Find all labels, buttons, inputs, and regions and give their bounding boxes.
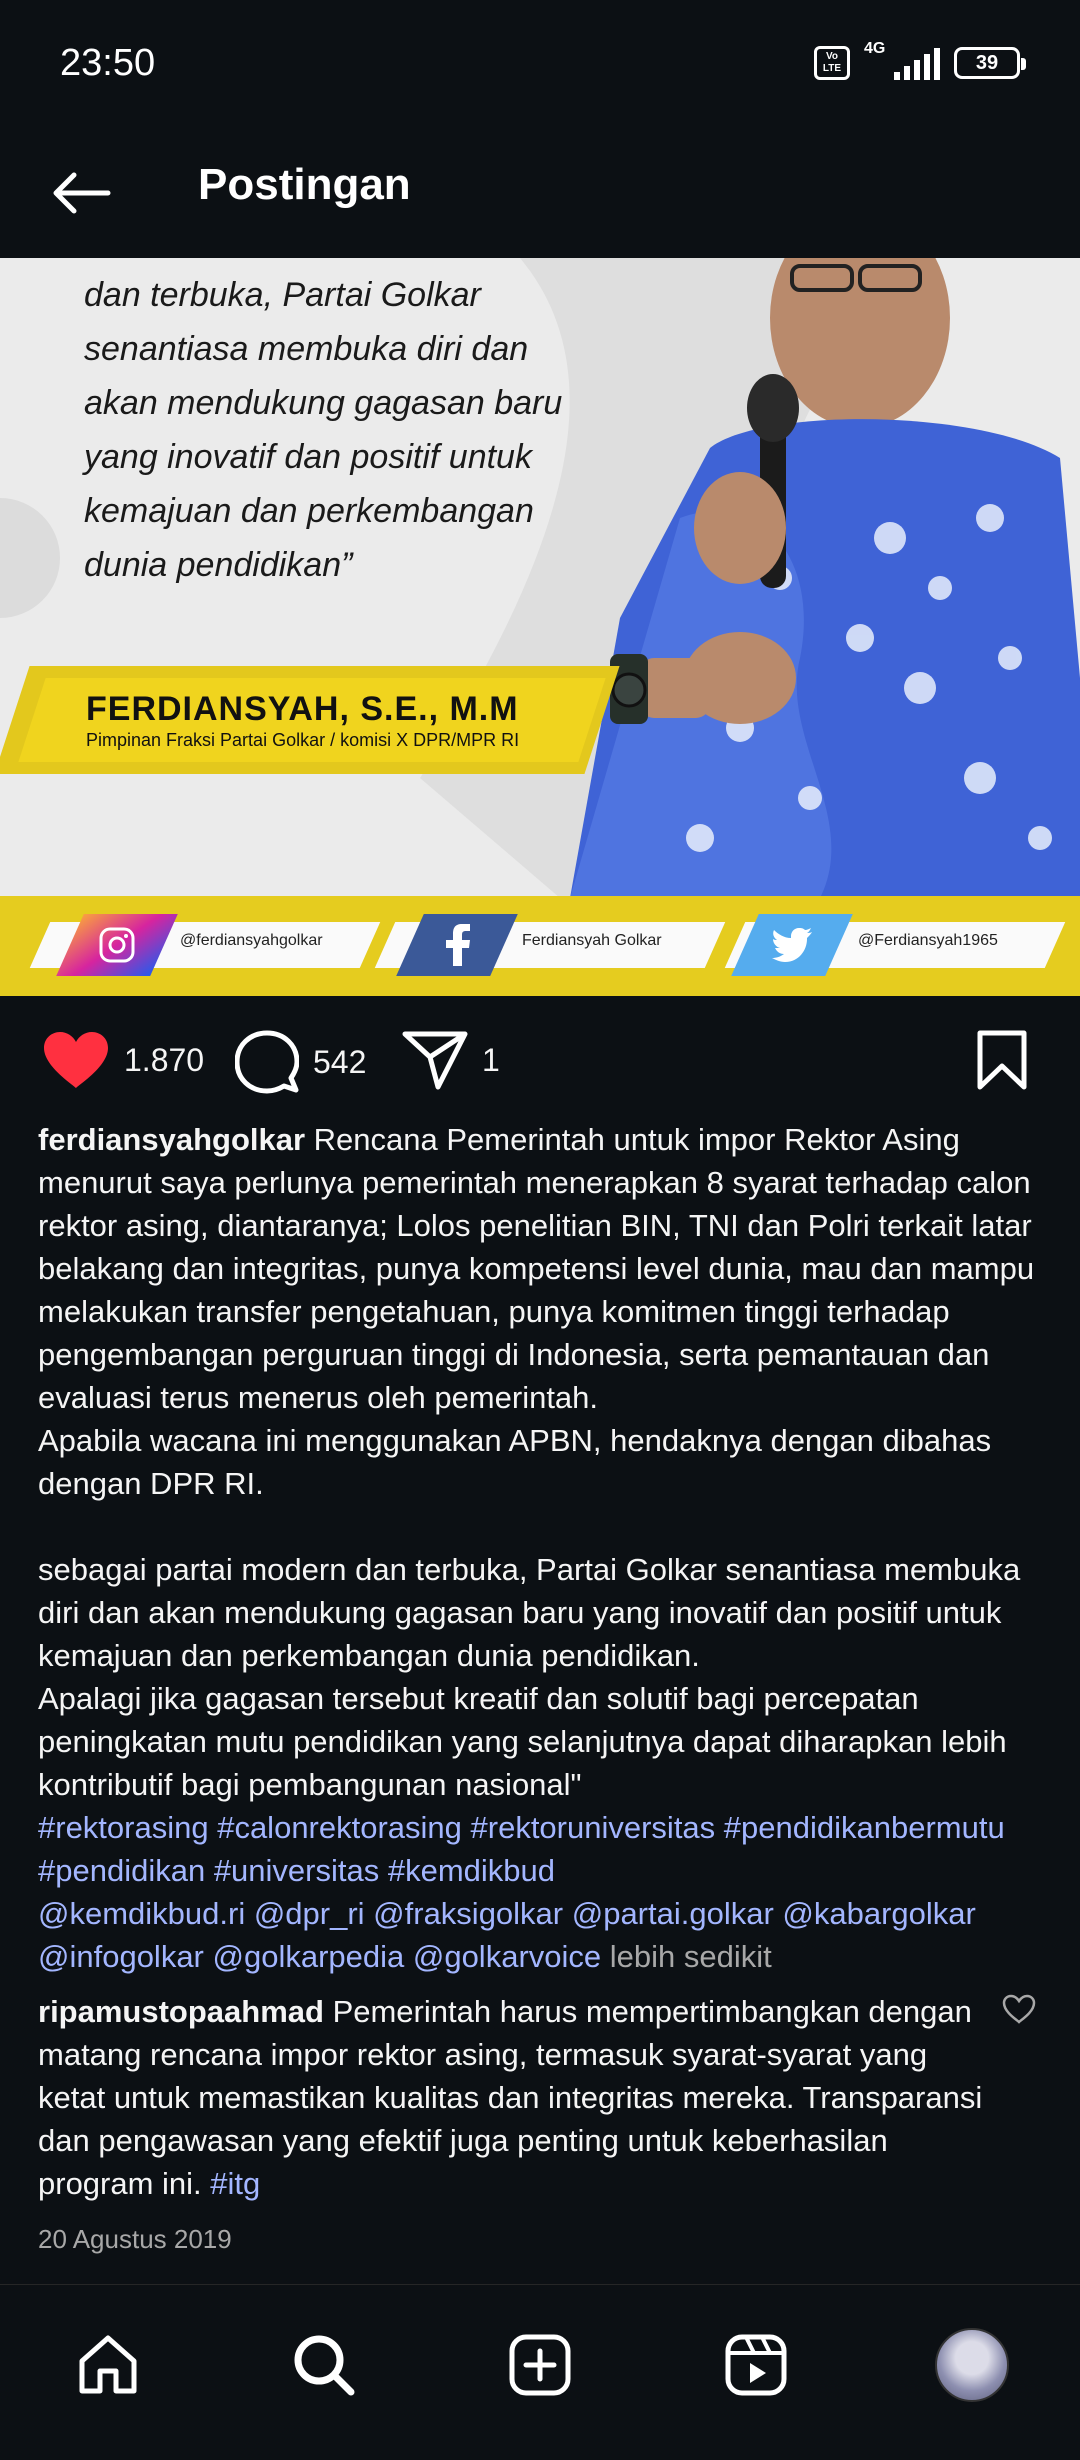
reels-icon bbox=[725, 2334, 787, 2396]
instagram-handle: @ferdiansyahgolkar bbox=[180, 932, 323, 949]
comment-icon bbox=[235, 1030, 299, 1094]
speaker-photo bbox=[570, 258, 1080, 898]
share-count: 1 bbox=[482, 1041, 500, 1078]
twitter-handle: @Ferdiansyah1965 bbox=[858, 932, 998, 949]
battery-icon: 39 bbox=[954, 47, 1026, 79]
heart-outline-icon bbox=[1002, 1994, 1036, 2024]
comment-item: ripamustopaahmad Pemerintah harus memper… bbox=[38, 1990, 998, 2205]
status-icons: Vo LTE 4G 39 bbox=[814, 40, 1026, 80]
social-strip: @ferdiansyahgolkar Ferdiansyah Golkar @F… bbox=[0, 896, 1080, 996]
volte-icon: Vo LTE bbox=[814, 46, 850, 80]
comment-button[interactable]: 542 bbox=[235, 1030, 366, 1094]
nav-create[interactable] bbox=[500, 2325, 580, 2405]
signal-icon: 4G bbox=[864, 40, 940, 80]
like-count: 1.870 bbox=[124, 1041, 205, 1078]
post-header: Postingan bbox=[0, 130, 1080, 258]
post-actions: 1.870 542 1 bbox=[0, 1010, 1080, 1110]
heart-filled-icon bbox=[44, 1032, 108, 1088]
profile-avatar bbox=[935, 2328, 1009, 2402]
nav-search[interactable] bbox=[284, 2325, 364, 2405]
facebook-icon bbox=[446, 924, 470, 966]
post-caption: ferdiansyahgolkar Rencana Pemerintah unt… bbox=[38, 1118, 1048, 1978]
create-post-icon bbox=[509, 2334, 571, 2396]
network-type: 4G bbox=[864, 40, 886, 57]
instagram-icon bbox=[99, 927, 135, 963]
speaker-title: Pimpinan Fraksi Partai Golkar / komisi X… bbox=[86, 730, 520, 750]
post-date: 20 Agustus 2019 bbox=[38, 2224, 232, 2254]
save-button[interactable] bbox=[976, 1030, 1028, 1090]
status-time: 23:50 bbox=[60, 42, 156, 84]
arrow-left-icon bbox=[53, 172, 111, 214]
send-icon bbox=[402, 1031, 468, 1090]
search-icon bbox=[294, 2335, 355, 2396]
caption-hashtags[interactable]: #rektorasing #calonrektorasing #rektorun… bbox=[38, 1810, 1005, 1974]
bookmark-icon bbox=[977, 1030, 1027, 1090]
twitter-icon bbox=[772, 928, 812, 962]
show-less-link[interactable]: lebih sedikit bbox=[601, 1939, 772, 1974]
caption-username[interactable]: ferdiansyahgolkar bbox=[38, 1122, 305, 1157]
comment-count: 542 bbox=[313, 1043, 367, 1080]
battery-level: 39 bbox=[975, 51, 999, 74]
facebook-handle: Ferdiansyah Golkar bbox=[522, 932, 662, 949]
share-button[interactable]: 1 bbox=[402, 1030, 500, 1090]
nav-profile[interactable] bbox=[932, 2325, 1012, 2405]
like-button[interactable]: 1.870 bbox=[42, 1030, 204, 1090]
caption-text: Rencana Pemerintah untuk impor Rektor As… bbox=[38, 1122, 1035, 1802]
post-image[interactable]: dan terbuka, Partai Golkar senantiasa me… bbox=[0, 258, 1080, 996]
comment-like-button[interactable] bbox=[1002, 1994, 1036, 2029]
nav-reels[interactable] bbox=[716, 2325, 796, 2405]
speaker-name: FERDIANSYAH, S.E., M.M bbox=[86, 690, 519, 728]
nav-home[interactable] bbox=[68, 2325, 148, 2405]
page-title: Postingan bbox=[198, 160, 411, 209]
home-icon bbox=[79, 2335, 137, 2394]
back-button[interactable] bbox=[40, 158, 120, 228]
comment-username[interactable]: ripamustopaahmad bbox=[38, 1994, 324, 2029]
status-bar: 23:50 Vo LTE 4G 39 bbox=[0, 0, 1080, 130]
comment-hashtag[interactable]: #itg bbox=[210, 2166, 260, 2201]
bottom-navigation bbox=[0, 2284, 1080, 2460]
